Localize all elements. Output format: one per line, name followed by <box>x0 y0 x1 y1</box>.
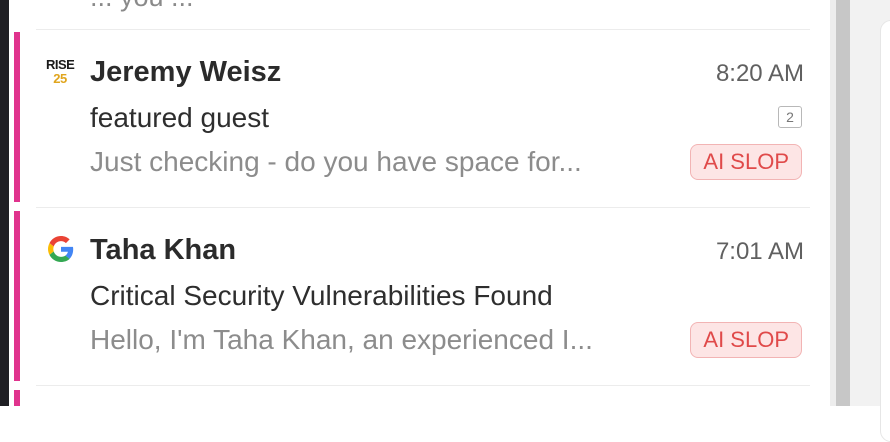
received-time: 8:20 AM <box>715 60 804 87</box>
thread-count-badge: 2 <box>778 106 802 128</box>
email-list-item-taha-khan[interactable]: Taha Khan 7:01 AM Critical Security Vuln… <box>36 208 810 386</box>
ai-slop-label[interactable]: AI SLOP <box>690 322 802 358</box>
unread-indicator <box>14 211 20 381</box>
right-pane-card <box>880 20 890 442</box>
sender-name: Jeremy Weisz <box>90 56 282 88</box>
email-snippet: Just checking - do you have space for... <box>90 146 582 177</box>
left-window-edge <box>0 0 9 406</box>
email-list-item-jeremy-weisz[interactable]: RISE 25 Jeremy Weisz 8:20 AM featured gu… <box>36 30 810 208</box>
list-separator <box>36 385 810 386</box>
email-snippet: Hello, I'm Taha Khan, an experienced I..… <box>90 324 593 355</box>
google-icon <box>48 236 76 266</box>
unread-indicator <box>14 32 20 202</box>
sender-name: Taha Khan <box>90 234 237 266</box>
previous-email-snippet: ... you ... <box>90 0 194 13</box>
received-time: 7:01 AM <box>715 238 804 265</box>
email-subject: Critical Security Vulnerabilities Found <box>90 280 553 311</box>
email-subject: featured guest <box>90 102 270 133</box>
scrollbar-thumb[interactable] <box>836 0 850 406</box>
unread-indicator <box>14 390 20 406</box>
ai-slop-label[interactable]: AI SLOP <box>690 144 802 180</box>
rise25-logo-icon: RISE 25 <box>46 57 75 86</box>
